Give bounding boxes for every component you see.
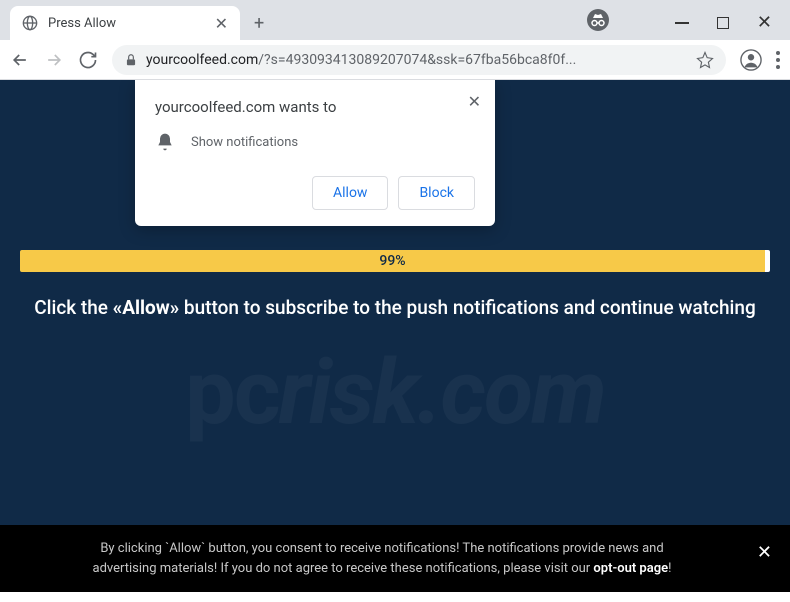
prompt-origin-text: yourcoolfeed.com wants to xyxy=(155,98,475,116)
reload-button[interactable] xyxy=(78,50,98,70)
lock-icon xyxy=(124,53,138,67)
page-content: ✕ yourcoolfeed.com wants to Show notific… xyxy=(0,80,790,592)
block-button[interactable]: Block xyxy=(398,176,475,210)
banner-close-button[interactable]: ✕ xyxy=(757,539,772,566)
incognito-icon xyxy=(586,8,610,32)
notification-permission-prompt: ✕ yourcoolfeed.com wants to Show notific… xyxy=(135,80,495,226)
globe-icon xyxy=(22,15,38,31)
consent-banner: By clicking `Allow` button, you consent … xyxy=(0,525,790,592)
progress-bar: 99% xyxy=(20,250,770,272)
tab-title: Press Allow xyxy=(48,16,205,31)
window-maximize-button[interactable] xyxy=(717,17,729,29)
tab-close-button[interactable]: ✕ xyxy=(215,14,228,33)
tab-strip: Press Allow ✕ + xyxy=(0,0,790,40)
prompt-close-button[interactable]: ✕ xyxy=(468,92,481,111)
window-close-button[interactable]: ✕ xyxy=(757,12,772,33)
new-tab-button[interactable]: + xyxy=(254,13,264,34)
bookmark-star-icon[interactable] xyxy=(696,51,714,69)
bell-icon xyxy=(155,132,175,152)
allow-button[interactable]: Allow xyxy=(312,176,388,210)
prompt-permission-label: Show notifications xyxy=(191,135,298,150)
back-button[interactable] xyxy=(10,50,30,70)
browser-menu-button[interactable] xyxy=(776,51,780,69)
browser-toolbar: yourcoolfeed.com/?s=493093413089207074&s… xyxy=(0,40,790,80)
instruction-text: Click the «Allow» button to subscribe to… xyxy=(0,296,790,319)
url-text: yourcoolfeed.com/?s=493093413089207074&s… xyxy=(146,52,688,68)
browser-tab[interactable]: Press Allow ✕ xyxy=(10,6,240,40)
watermark-text: pcrisk.com xyxy=(0,340,790,445)
address-bar[interactable]: yourcoolfeed.com/?s=493093413089207074&s… xyxy=(112,45,726,75)
progress-percent: 99% xyxy=(20,250,765,272)
window-minimize-button[interactable] xyxy=(675,22,689,24)
opt-out-link[interactable]: opt-out page xyxy=(593,561,668,576)
forward-button[interactable] xyxy=(44,50,64,70)
profile-avatar-icon[interactable] xyxy=(740,49,762,71)
